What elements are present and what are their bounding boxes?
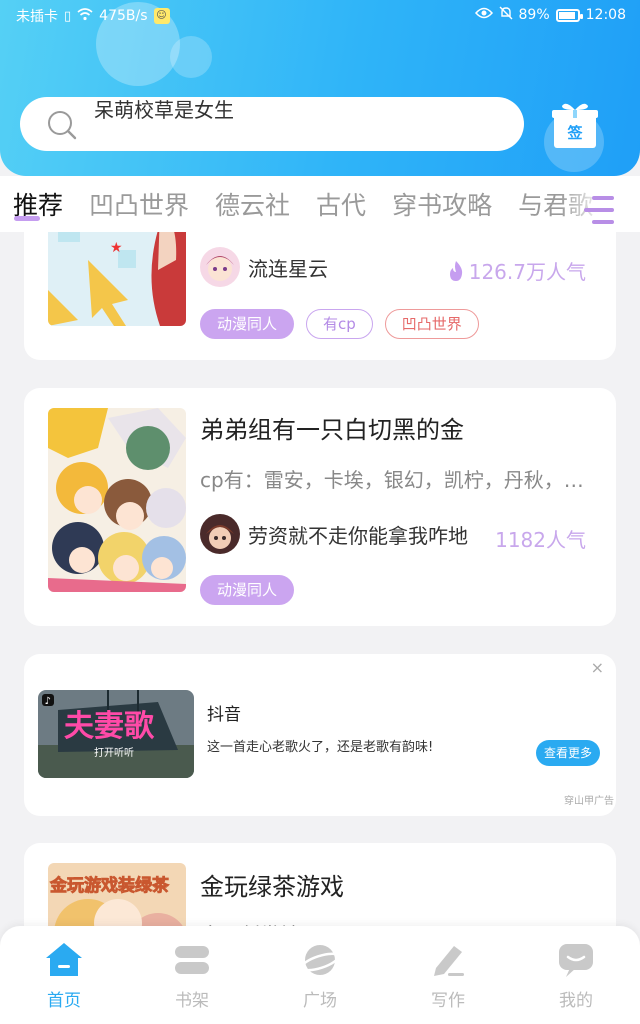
header: 未插卡 ▯ 475B/s ☺ 89% 12:08 呆萌校草是女生 签 [0,0,640,176]
pencil-icon [434,946,464,976]
book-card[interactable]: 弟弟组有一只白切黑的金 cp有：雷安，卡埃，银幻，凯柠，丹秋，… 劳资就不走你能… [24,388,616,626]
book-title[interactable]: 金玩绿茶游戏 [200,867,344,902]
nav-label: 我的 [559,991,593,1011]
ad-card[interactable]: × ♪ 夫妻歌 打开听听 抖音 这一首走心老歌火了，还是老歌有韵味! 查看更多 … [24,654,616,816]
book-title[interactable]: 弟弟组有一只白切黑的金 [200,410,464,445]
ad-app-name: 抖音 [207,705,241,725]
svg-text:♪: ♪ [45,696,51,707]
author-row[interactable]: 流连星云 [200,247,328,287]
wifi-icon [77,7,93,25]
close-icon[interactable]: × [591,658,604,677]
category-tabs: 推荐 凹凸世界 德云社 古代 穿书攻略 与君歌 [0,176,640,232]
nav-label: 书架 [175,991,209,1011]
nav-square[interactable]: 广场 [280,940,360,1011]
bookshelf-icon [175,946,209,974]
nav-label: 首页 [47,991,81,1011]
author-row[interactable]: 劳资就不走你能拿我咋地 [200,514,468,554]
battery-percent: 89% [518,7,550,23]
popularity-count: 126.7万人气 [468,260,586,284]
popularity-count: 1182人气 [495,528,586,552]
nav-label: 广场 [303,991,337,1011]
ad-more-button[interactable]: 查看更多 [536,740,601,766]
tag[interactable]: 有cp [306,309,373,339]
notification-icon: ☺ [153,8,170,24]
eye-icon [474,7,493,23]
book-cover [48,408,186,592]
author-name: 劳资就不走你能拿我咋地 [248,523,468,548]
checkin-gift-button[interactable]: 签 [550,100,600,150]
bottom-nav: 首页 书架 广场 写作 我的 [0,926,640,1024]
ad-image-subtitle: 打开听听 [94,746,134,759]
search-icon [48,111,77,140]
menu-icon[interactable] [584,196,614,230]
nav-label: 写作 [431,991,465,1011]
carrier-text: 未插卡 [16,9,58,25]
battery-icon [555,8,583,22]
search-input[interactable]: 呆萌校草是女生 [94,97,234,123]
tab-ancient[interactable]: 古代 [316,186,366,222]
avatar [200,247,240,287]
book-description: cp有：雷安，卡埃，银幻，凯柠，丹秋，… [200,468,584,492]
ad-image: ♪ 夫妻歌 打开听听 [38,690,194,778]
tag-list: 动漫同人 有cp 凹凸世界 [200,309,479,339]
active-tab-indicator [14,216,40,221]
checkin-label: 签 [567,124,583,142]
flame-icon [449,260,462,281]
ad-text: 这一首走心老歌火了，还是老歌有韵味! [207,740,434,755]
ad-source: 穿山甲广告 [564,796,614,807]
mute-bell-icon [499,6,513,24]
ad-image-title: 夫妻歌 [64,709,155,744]
tab-transmigration[interactable]: 穿书攻略 [392,186,492,222]
chat-bubble-icon [559,944,593,977]
nav-home[interactable]: 首页 [24,940,104,1011]
nav-bookshelf[interactable]: 书架 [152,940,232,1011]
cover-text: 金玩游戏装绿茶 [49,875,170,896]
decor-bubble [170,36,212,78]
nav-write[interactable]: 写作 [408,940,488,1011]
author-name: 流连星云 [248,256,328,281]
planet-icon [300,945,340,975]
popularity: 126.7万人气 [447,256,586,285]
svg-text:★: ★ [110,240,123,256]
tab-aotu-world[interactable]: 凹凸世界 [89,186,189,222]
search-bar[interactable]: 呆萌校草是女生 [20,97,524,151]
tag[interactable]: 动漫同人 [200,575,295,605]
tag[interactable]: 动漫同人 [200,309,295,339]
sim-icon: ▯ [64,8,72,24]
tag-list: 动漫同人 [200,575,295,605]
network-speed: 475B/s [99,8,148,24]
nav-profile[interactable]: 我的 [536,940,616,1011]
tab-deyunshe[interactable]: 德云社 [215,186,290,222]
popularity: 1182人气 [495,524,586,553]
clock: 12:08 [585,7,626,23]
home-icon [46,943,82,976]
tag[interactable]: 凹凸世界 [384,309,479,339]
status-bar: 未插卡 ▯ 475B/s ☺ 89% 12:08 [0,0,640,32]
avatar [200,514,240,554]
